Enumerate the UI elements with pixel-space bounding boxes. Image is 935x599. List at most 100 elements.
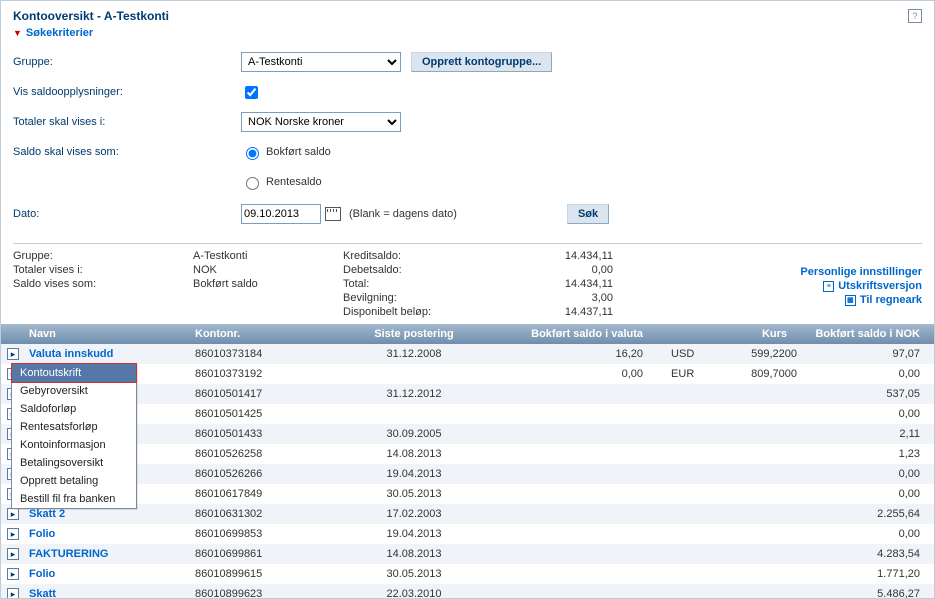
balance-in-nok: 0,00: [803, 488, 934, 500]
col-kontonr[interactable]: Kontonr.: [189, 328, 339, 340]
date-hint: (Blank = dagens dato): [349, 208, 457, 220]
context-menu-item[interactable]: Opprett betaling: [12, 472, 136, 490]
context-menu-item[interactable]: Betalingsoversikt: [12, 454, 136, 472]
last-posting: 30.09.2005: [339, 428, 489, 440]
group-label: Gruppe:: [13, 56, 241, 68]
accounts-table: Navn Kontonr. Siste postering Bokført sa…: [1, 324, 934, 599]
account-name-link[interactable]: FAKTURERING: [29, 548, 108, 560]
balance-in-nok: 537,05: [803, 388, 934, 400]
last-posting: 30.05.2013: [339, 488, 489, 500]
account-name-link[interactable]: Valuta innskudd: [29, 348, 113, 360]
account-number: 86010617849: [189, 488, 339, 500]
to-spreadsheet-link[interactable]: ▦Til regneark: [845, 294, 922, 306]
interest-balance-radio[interactable]: [246, 177, 259, 190]
account-name-link[interactable]: Skatt 2: [29, 508, 65, 520]
personal-settings-link[interactable]: Personlige innstillinger: [800, 266, 922, 278]
context-menu-item[interactable]: Saldoforløp: [12, 400, 136, 418]
account-number: 86010899615: [189, 568, 339, 580]
account-number: 86010501417: [189, 388, 339, 400]
group-select[interactable]: A-Testkonti: [241, 52, 401, 72]
summary-metric-label: Debetsaldo:: [343, 264, 523, 276]
show-balance-label: Vis saldoopplysninger:: [13, 86, 241, 98]
date-input[interactable]: [241, 204, 321, 224]
context-menu-item[interactable]: Gebyroversikt: [12, 382, 136, 400]
criteria-form: Gruppe: A-Testkonti Opprett kontogruppe.…: [1, 45, 934, 239]
last-posting: 31.12.2012: [339, 388, 489, 400]
context-menu-item[interactable]: Rentesatsforløp: [12, 418, 136, 436]
row-expand-icon[interactable]: ▸: [7, 588, 19, 599]
help-icon[interactable]: ?: [908, 9, 922, 23]
criteria-toggle[interactable]: ▼ Søkekriterier: [13, 27, 93, 39]
show-balance-checkbox[interactable]: [245, 86, 258, 99]
spreadsheet-icon: ▦: [845, 295, 856, 306]
row-expand-icon[interactable]: ▸: [7, 568, 19, 580]
summary-totals-value: NOK: [193, 264, 343, 276]
account-number: 86010526258: [189, 448, 339, 460]
table-row: ▸8601050141731.12.2012537,05: [1, 384, 934, 404]
exchange-rate: 599,2200: [710, 348, 797, 360]
account-number: 86010501433: [189, 428, 339, 440]
booked-balance-radio[interactable]: [246, 147, 259, 160]
balance-in-nok: 4.283,54: [803, 548, 934, 560]
row-expand-icon[interactable]: ▸: [7, 348, 19, 360]
row-expand-icon[interactable]: ▸: [7, 508, 19, 520]
triangle-down-icon: ▼: [13, 28, 22, 38]
totals-label: Totaler skal vises i:: [13, 116, 241, 128]
balance-in-nok: 0,00: [803, 528, 934, 540]
interest-balance-label: Rentesaldo: [266, 176, 322, 188]
balance-in-nok: 0,00: [803, 468, 934, 480]
table-row: ▸Skatt 28601063130217.02.20032.255,64: [1, 504, 934, 524]
context-menu-item[interactable]: Kontoinformasjon: [12, 436, 136, 454]
row-expand-icon[interactable]: ▸: [7, 528, 19, 540]
account-number: 86010699853: [189, 528, 339, 540]
last-posting: 14.08.2013: [339, 548, 489, 560]
balance-in-nok: 2.255,64: [803, 508, 934, 520]
last-posting: 22.03.2010: [339, 588, 489, 599]
last-posting: 30.05.2013: [339, 568, 489, 580]
booked-balance-label: Bokført saldo: [266, 146, 331, 158]
account-name-link[interactable]: Skatt: [29, 588, 56, 599]
context-menu-item[interactable]: Bestill fil fra banken: [12, 490, 136, 508]
account-name-link[interactable]: Folio: [29, 568, 55, 580]
balance-in-nok: 2,11: [803, 428, 934, 440]
last-posting: 14.08.2013: [339, 448, 489, 460]
table-row: ▸8601061784930.05.20130,00: [1, 484, 934, 504]
panel-header: Kontooversikt - A-Testkonti ?: [1, 1, 934, 27]
balance-as-label: Saldo skal vises som:: [13, 146, 241, 158]
account-name-link[interactable]: Folio: [29, 528, 55, 540]
account-number: 86010373184: [189, 348, 339, 360]
col-bal-valuta[interactable]: Bokført saldo i valuta: [489, 328, 649, 340]
create-group-button[interactable]: Opprett kontogruppe...: [411, 52, 552, 72]
summary-metric-label: Disponibelt beløp:: [343, 306, 523, 318]
criteria-toggle-row: ▼ Søkekriterier: [1, 27, 934, 45]
row-expand-icon[interactable]: ▸: [7, 548, 19, 560]
table-row: ▸Skatt8601089962322.03.20105.486,27: [1, 584, 934, 599]
account-number: 86010526266: [189, 468, 339, 480]
col-kurs[interactable]: Kurs: [649, 328, 803, 340]
table-row: ▸Folio8601089961530.05.20131.771,20: [1, 564, 934, 584]
last-posting: 17.02.2003: [339, 508, 489, 520]
summary-metric-value: 14.437,11: [523, 306, 613, 318]
currency-code: USD: [655, 348, 710, 360]
balance-in-currency: 0,00: [489, 368, 649, 380]
page-title: Kontooversikt - A-Testkonti: [13, 9, 169, 23]
col-navn[interactable]: Navn: [23, 328, 189, 340]
balance-in-nok: 5.486,27: [803, 588, 934, 599]
table-row: ▸Valuta innskudd8601037318431.12.200816,…: [1, 344, 934, 364]
account-number: 86010501425: [189, 408, 339, 420]
balance-in-nok: 1,23: [803, 448, 934, 460]
search-button[interactable]: Søk: [567, 204, 609, 224]
table-header-row: Navn Kontonr. Siste postering Bokført sa…: [1, 324, 934, 344]
totals-currency-select[interactable]: NOK Norske kroner: [241, 112, 401, 132]
context-menu-item[interactable]: Kontoutskrift: [11, 363, 137, 383]
balance-in-currency: 16,20: [489, 348, 649, 360]
col-postering[interactable]: Siste postering: [339, 328, 489, 340]
print-version-link[interactable]: ≡Utskriftsversjon: [823, 280, 922, 292]
table-row: ▸8601050143330.09.20052,11: [1, 424, 934, 444]
col-bal-nok[interactable]: Bokført saldo i NOK: [803, 328, 934, 340]
table-row: ▸FAKTURERING8601069986114.08.20134.283,5…: [1, 544, 934, 564]
summary-balance-as-value: Bokført saldo: [193, 278, 343, 290]
account-overview-panel: Kontooversikt - A-Testkonti ? ▼ Søkekrit…: [0, 0, 935, 599]
calendar-icon[interactable]: [325, 207, 341, 221]
document-icon: ≡: [823, 281, 834, 292]
